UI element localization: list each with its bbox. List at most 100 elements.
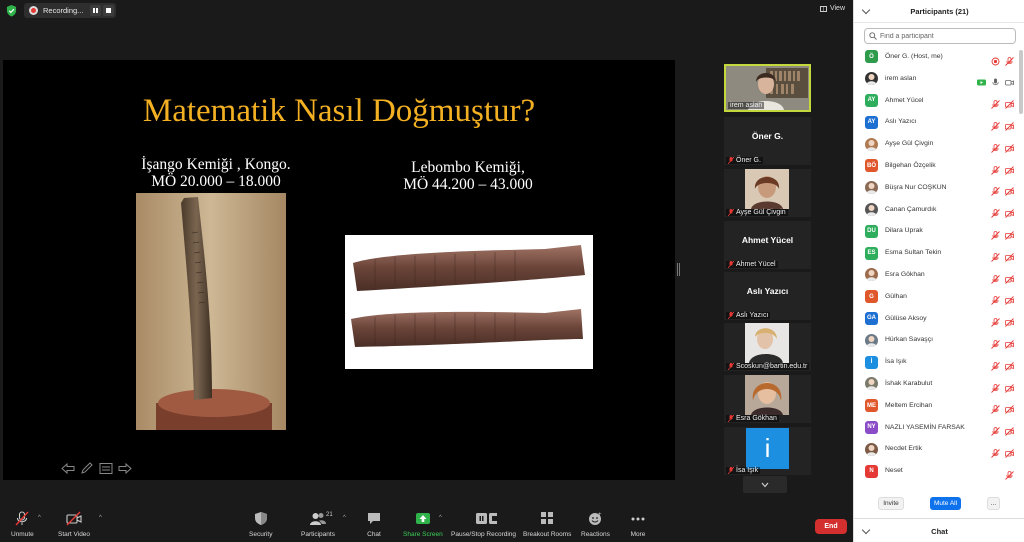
avatar: GA bbox=[865, 311, 878, 325]
share-screen-icon bbox=[415, 513, 430, 524]
slide-menu-icon[interactable] bbox=[99, 462, 113, 475]
participant-row[interactable]: Ayşe Gül Çivgin bbox=[854, 133, 1020, 155]
muted-mic-icon bbox=[991, 423, 1000, 436]
muted-mic-icon bbox=[991, 271, 1000, 284]
participant-row[interactable]: AY Ahmet Yücel bbox=[854, 90, 1020, 112]
pen-icon[interactable] bbox=[80, 462, 94, 475]
video-options-caret[interactable]: ^ bbox=[99, 515, 102, 521]
video-off-icon bbox=[1005, 358, 1014, 371]
participant-row[interactable]: irem aslan bbox=[854, 68, 1020, 90]
chevron-down-icon bbox=[761, 482, 769, 487]
participant-row[interactable]: NY NAZLI YASEMİN FARSAK bbox=[854, 417, 1020, 439]
muted-mic-icon bbox=[991, 292, 1000, 306]
participant-row[interactable]: DU Dilara Uprak bbox=[854, 220, 1020, 242]
participant-row[interactable]: ES Esma Sultan Tekin bbox=[854, 242, 1020, 264]
split-resize-handle[interactable] bbox=[677, 263, 680, 276]
video-tile[interactable]: Ahmet Yücel Ahmet Yücel bbox=[724, 221, 811, 269]
share-options-caret[interactable]: ^ bbox=[439, 515, 442, 521]
video-off-icon bbox=[1005, 162, 1014, 175]
participant-name: NAZLI YASEMİN FARSAK bbox=[885, 423, 965, 431]
participant-row[interactable]: Hürkan Savaşçı bbox=[854, 329, 1020, 351]
video-tile[interactable]: Esra Gökhan bbox=[724, 375, 811, 423]
participant-search[interactable] bbox=[864, 28, 1016, 44]
security-button[interactable]: Security bbox=[249, 511, 272, 538]
participant-row[interactable]: Büşra Nur COŞKUN bbox=[854, 177, 1020, 199]
participant-row[interactable]: N Neset bbox=[854, 460, 1020, 482]
stop-recording-button[interactable] bbox=[103, 5, 114, 16]
tile-display-name: Ahmet Yücel bbox=[741, 235, 794, 245]
avatar bbox=[865, 137, 878, 151]
video-off-icon bbox=[1005, 292, 1014, 306]
participant-name: Neset bbox=[885, 467, 903, 475]
view-label: View bbox=[829, 5, 845, 12]
participant-row[interactable]: Necdet Ertik bbox=[854, 438, 1020, 460]
muted-mic-icon bbox=[991, 380, 1000, 393]
search-input[interactable] bbox=[880, 32, 1010, 40]
chat-section-header[interactable]: Chat bbox=[854, 518, 1024, 542]
video-tile[interactable]: i İsa Işık bbox=[724, 427, 811, 475]
avatar: ES bbox=[865, 246, 878, 260]
pause-recording-label: Pause/Stop Recording bbox=[451, 531, 517, 538]
participant-row[interactable]: BÖ Bilgehan Özçelik bbox=[854, 155, 1020, 177]
more-button[interactable]: More bbox=[630, 511, 646, 538]
breakout-rooms-icon bbox=[541, 512, 554, 524]
participant-name: Esra Gökhan bbox=[885, 271, 925, 278]
svg-text:+: + bbox=[598, 512, 602, 518]
reactions-button[interactable]: + Reactions bbox=[581, 511, 610, 538]
previous-slide-icon[interactable] bbox=[61, 462, 75, 475]
video-off-icon bbox=[1005, 336, 1014, 349]
video-tile[interactable]: Scoskun@bartin.edu.tr bbox=[724, 323, 811, 371]
panel-header: Participants (21) bbox=[854, 0, 1024, 23]
video-off-icon bbox=[1005, 118, 1014, 131]
mute-all-button[interactable]: Mute All bbox=[930, 497, 961, 510]
left-caption-line2: MÖ 20.000 – 18.000 bbox=[151, 173, 281, 190]
avatar bbox=[865, 377, 878, 391]
panel-more-button[interactable]: ... bbox=[987, 497, 1000, 510]
muted-mic-icon bbox=[728, 157, 734, 164]
recording-label: Recording... bbox=[43, 6, 84, 15]
breakout-rooms-button[interactable]: Breakout Rooms bbox=[523, 511, 571, 538]
start-video-button[interactable]: Start Video bbox=[58, 511, 90, 538]
more-label: More bbox=[630, 531, 646, 538]
share-screen-button[interactable]: Share Screen bbox=[403, 511, 443, 538]
video-tile[interactable]: Aslı Yazıcı Aslı Yazıcı bbox=[724, 272, 811, 320]
participant-name: Gülhan bbox=[885, 292, 907, 300]
audio-options-caret[interactable]: ^ bbox=[38, 515, 41, 521]
video-tile[interactable]: irem aslan bbox=[724, 64, 811, 112]
video-tile[interactable]: Ayşe Gül Çivgin bbox=[724, 169, 811, 217]
pause-recording-button[interactable] bbox=[90, 5, 101, 16]
participant-row[interactable]: G Gülhan bbox=[854, 286, 1020, 308]
video-tile[interactable]: Öner G. Öner G. bbox=[724, 117, 811, 165]
muted-mic-icon bbox=[991, 205, 1000, 218]
share-screen-label: Share Screen bbox=[403, 531, 443, 538]
panel-actions: Invite Mute All ... bbox=[854, 495, 1024, 514]
participant-row[interactable]: Esra Gökhan bbox=[854, 264, 1020, 286]
end-meeting-button[interactable]: End bbox=[815, 519, 847, 534]
participant-row[interactable]: AY Aslı Yazıcı bbox=[854, 111, 1020, 133]
next-slide-icon[interactable] bbox=[118, 462, 132, 475]
participant-name: Aslı Yazıcı bbox=[885, 118, 917, 126]
shield-icon[interactable] bbox=[6, 5, 17, 17]
participant-row[interactable]: İ İsa Işık bbox=[854, 351, 1020, 373]
video-icon bbox=[1005, 74, 1014, 86]
participant-row[interactable]: Ö Öner G. (Host, me) bbox=[854, 46, 1020, 68]
strip-scroll-down-button[interactable] bbox=[743, 476, 787, 493]
chat-button[interactable]: Chat bbox=[366, 511, 382, 538]
participants-options-caret[interactable]: ^ bbox=[343, 515, 346, 521]
invite-button[interactable]: Invite bbox=[878, 497, 904, 510]
view-button[interactable]: View bbox=[819, 5, 845, 12]
avatar: NY bbox=[865, 420, 878, 434]
chat-bubble-icon bbox=[368, 513, 380, 524]
pause-stop-recording-button[interactable]: Pause/Stop Recording bbox=[451, 511, 516, 538]
video-off-icon bbox=[1005, 183, 1014, 197]
participant-row[interactable]: GA Gülüse Aksoy bbox=[854, 308, 1020, 330]
unmute-button[interactable]: Unmute bbox=[11, 511, 34, 538]
share-active-icon bbox=[977, 74, 986, 86]
participant-name: Gülüse Aksoy bbox=[885, 314, 927, 322]
participant-photo bbox=[745, 169, 789, 209]
participant-row[interactable]: Canan Çamurdık bbox=[854, 199, 1020, 221]
participant-row[interactable]: ME Meltem Ercihan bbox=[854, 395, 1020, 417]
participant-row[interactable]: İshak Karabulut bbox=[854, 373, 1020, 395]
tile-display-name: Aslı Yazıcı bbox=[746, 286, 789, 296]
participant-list-scrollbar[interactable] bbox=[1019, 50, 1023, 114]
